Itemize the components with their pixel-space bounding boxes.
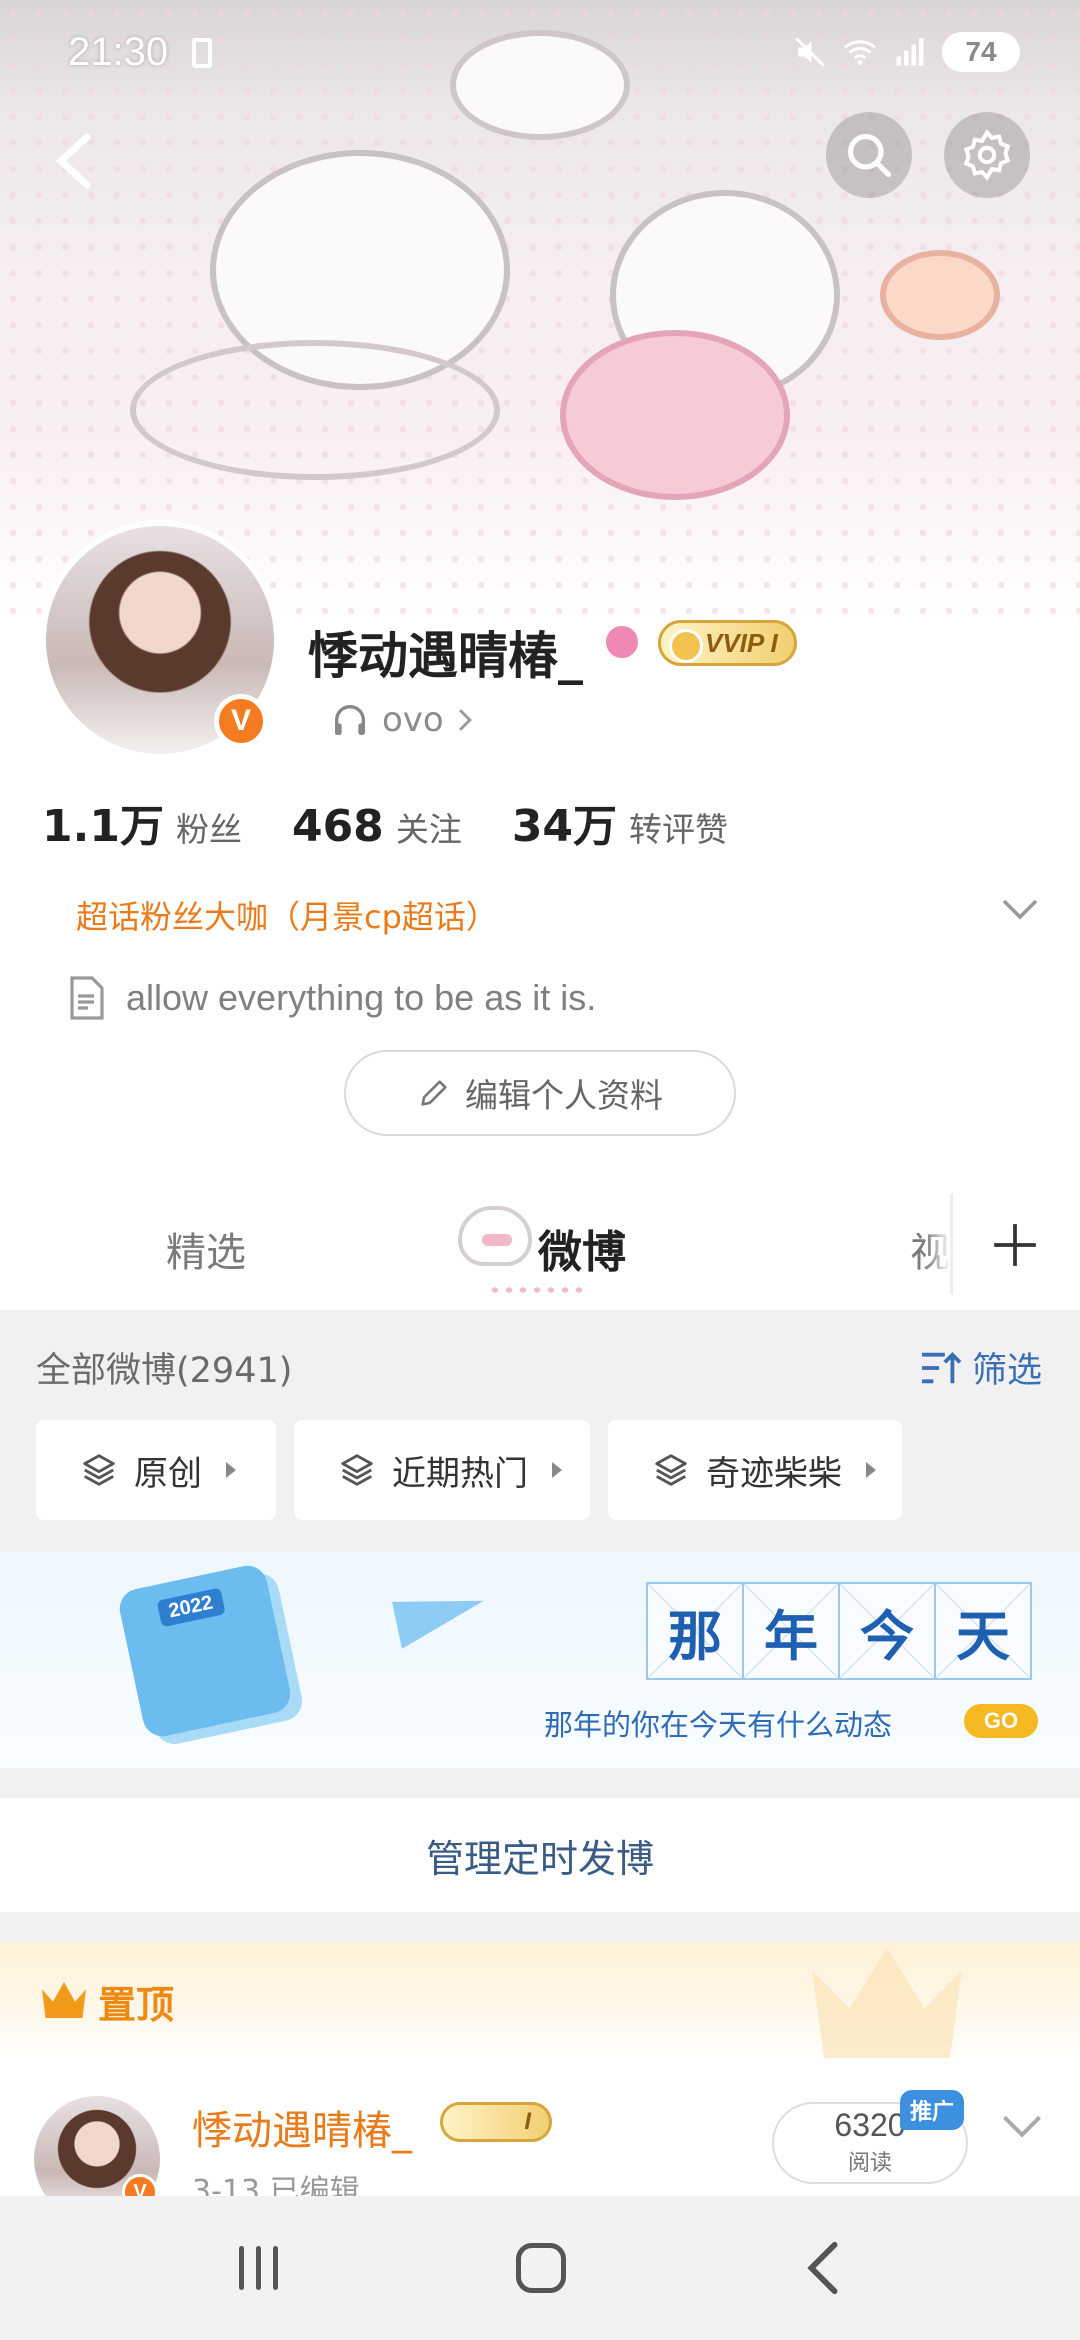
recents-bar xyxy=(256,2246,262,2290)
document-icon xyxy=(70,976,104,1020)
sim-icon xyxy=(192,38,212,68)
crown-watermark-icon xyxy=(812,1948,962,2058)
paper-plane-icon xyxy=(391,1583,491,1649)
super-topic-fan-tag[interactable]: 超话粉丝大咖（月景cp超话） xyxy=(76,892,498,938)
chevron-down-icon[interactable] xyxy=(1000,2112,1044,2140)
headphones-icon xyxy=(335,705,365,735)
read-label: 阅读 xyxy=(847,2151,892,2176)
mute-icon xyxy=(795,37,825,67)
nav-back-button[interactable] xyxy=(805,2239,841,2297)
read-count: 6320 xyxy=(834,2107,906,2143)
stat-value: 1.1万 xyxy=(42,801,164,852)
status-icons: 74 xyxy=(792,32,1020,72)
stat-label: 转评赞 xyxy=(629,810,729,849)
banner-cake xyxy=(880,250,1000,340)
verified-badge: V xyxy=(214,694,268,748)
system-nav-bar xyxy=(0,2196,1080,2340)
post-author-name[interactable]: 悸动遇晴椿_ xyxy=(192,2098,412,2156)
pinned-label: 置顶 xyxy=(98,1983,175,2027)
calendar-year: 2022 xyxy=(156,1587,226,1628)
tab-featured[interactable]: 精选 xyxy=(166,1220,246,1278)
on-this-day-banner[interactable]: 2022 那 年 今 天 那年的你在今天有什么动态 GO xyxy=(0,1552,1080,1768)
layers-icon xyxy=(341,1454,373,1486)
gear-icon xyxy=(963,129,1011,181)
add-tab-button[interactable] xyxy=(950,1180,1080,1310)
filter-button[interactable]: 筛选 xyxy=(920,1342,1042,1393)
stat-following[interactable]: 468 关注 xyxy=(292,801,462,852)
all-posts-count: 全部微博(2941) xyxy=(36,1351,293,1391)
chip-label: 奇迹柴柴 xyxy=(706,1453,842,1494)
settings-button[interactable] xyxy=(944,112,1030,198)
stat-value: 34万 xyxy=(511,801,618,852)
stat-followers[interactable]: 1.1万 粉丝 xyxy=(42,790,242,854)
profile-bio: allow everything to be as it is. xyxy=(66,976,596,1020)
profile-stats: 1.1万 粉丝 468 关注 34万 转评赞 xyxy=(42,790,778,854)
crown-icon xyxy=(42,1982,86,2018)
battery-indicator: 74 xyxy=(942,32,1020,72)
calendar-icon: 2022 xyxy=(116,1562,294,1740)
title-char: 年 xyxy=(742,1582,840,1680)
tab-video[interactable]: 视 xyxy=(910,1220,950,1278)
filter-sort-icon xyxy=(921,1351,962,1383)
pencil-icon xyxy=(421,1080,447,1106)
chip-original[interactable]: 原创 xyxy=(36,1420,276,1520)
filter-label: 筛选 xyxy=(971,1351,1042,1391)
caret-right-icon xyxy=(866,1462,876,1478)
recents-bar xyxy=(239,2246,245,2290)
chip-label: 原创 xyxy=(134,1453,202,1494)
profile-username: 悸动遇晴椿_ xyxy=(308,627,583,685)
signal-icon xyxy=(896,38,924,66)
recents-button[interactable] xyxy=(239,2246,279,2290)
chevron-left-icon xyxy=(55,133,91,189)
layers-icon xyxy=(655,1454,687,1486)
wifi-icon xyxy=(844,40,876,65)
plus-icon xyxy=(994,1224,1036,1266)
status-bar: 21:30 74 xyxy=(0,0,1080,110)
active-tab-indicator xyxy=(488,1284,588,1296)
home-button[interactable] xyxy=(516,2243,567,2293)
title-char: 那 xyxy=(646,1582,744,1680)
stat-label: 关注 xyxy=(395,810,462,849)
chevron-right-icon xyxy=(458,709,472,731)
edit-profile-label: 编辑个人资料 xyxy=(465,1076,663,1115)
stat-label: 粉丝 xyxy=(175,810,242,849)
post-vip-badge: I xyxy=(440,2102,552,2142)
title-char: 天 xyxy=(934,1582,1032,1680)
caret-right-icon xyxy=(552,1462,562,1478)
music-status[interactable]: ovo xyxy=(330,700,474,740)
chip-miracle-shiba[interactable]: 奇迹柴柴 xyxy=(608,1420,902,1520)
chip-label: 近期热门 xyxy=(392,1453,528,1494)
bio-text: allow everything to be as it is. xyxy=(126,977,597,1018)
go-button[interactable]: GO xyxy=(964,1704,1038,1738)
pinned-header: 置顶 xyxy=(0,1942,1080,2058)
status-time: 21:30 xyxy=(68,30,169,74)
edit-profile-button[interactable]: 编辑个人资料 xyxy=(344,1050,736,1136)
on-this-day-subtitle: 那年的你在今天有什么动态 xyxy=(544,1708,893,1742)
chevron-down-icon[interactable] xyxy=(1000,896,1040,922)
search-icon xyxy=(847,133,892,178)
on-this-day-title: 那 年 今 天 xyxy=(646,1582,1032,1680)
fan-club-icon[interactable] xyxy=(602,622,642,662)
title-char: 今 xyxy=(838,1582,936,1680)
manage-scheduled-posts[interactable]: 管理定时发博 xyxy=(0,1798,1080,1912)
music-text: ovo xyxy=(382,700,444,740)
caret-right-icon xyxy=(226,1462,236,1478)
stat-engagement[interactable]: 34万 转评赞 xyxy=(512,790,728,854)
vip-badge[interactable]: VVIP I xyxy=(658,620,797,666)
layers-icon xyxy=(83,1454,115,1486)
chip-recent-hot[interactable]: 近期热门 xyxy=(294,1420,590,1520)
banner-roll-cake xyxy=(560,330,790,500)
recents-bar xyxy=(273,2246,279,2290)
tab-weibo[interactable]: 微博 xyxy=(538,1216,626,1280)
profile-tabs: 精选 微博 视 xyxy=(0,1180,1080,1310)
search-button[interactable] xyxy=(826,112,912,198)
stat-value: 468 xyxy=(291,801,384,852)
promote-badge[interactable]: 推广 xyxy=(900,2090,965,2130)
banner-plate xyxy=(130,340,500,480)
back-button[interactable] xyxy=(30,118,116,204)
profile-page: 21:30 74 V 悸动遇晴椿_ VVIP I ovo 1.1万 粉丝 468… xyxy=(0,0,1080,2340)
mascot-icon xyxy=(458,1206,532,1266)
